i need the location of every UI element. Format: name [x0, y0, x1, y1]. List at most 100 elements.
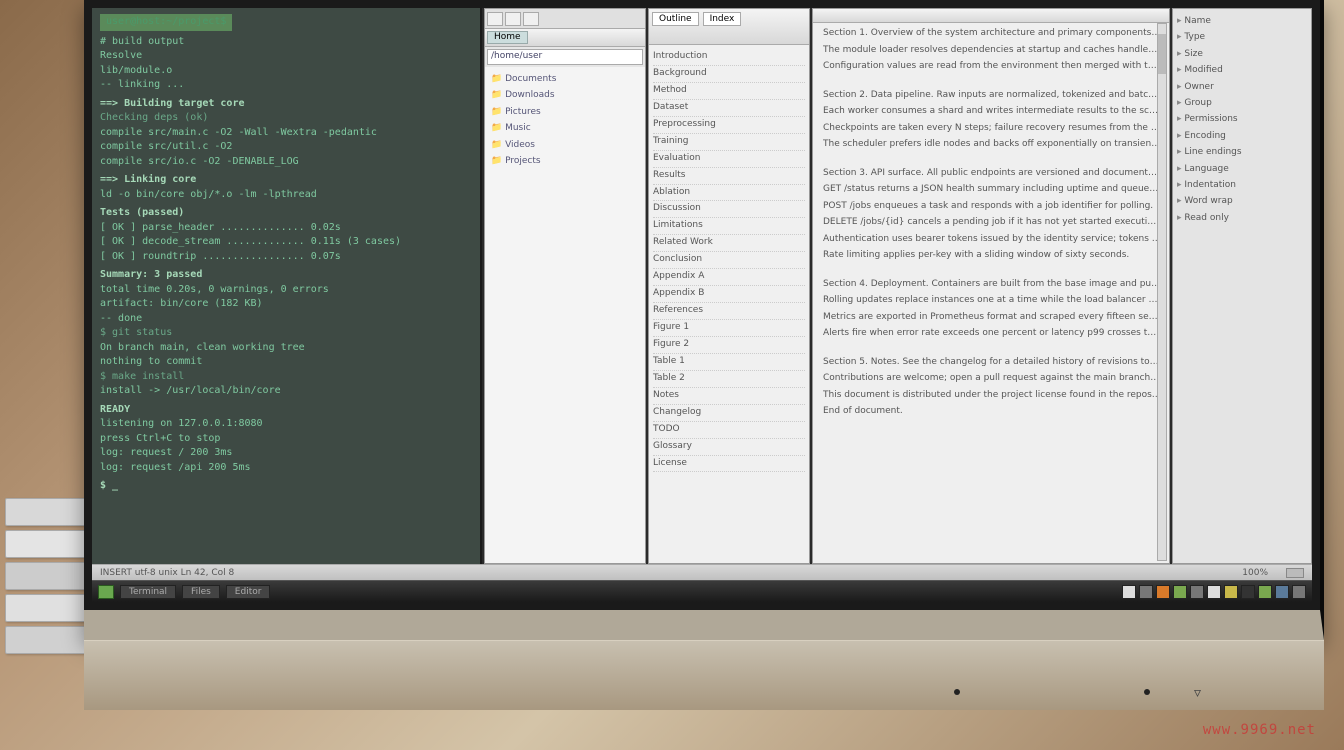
outline-item[interactable]: Appendix A: [653, 269, 805, 286]
fm-up-button[interactable]: [523, 12, 539, 26]
property-item[interactable]: Language: [1177, 161, 1307, 177]
fm-entry[interactable]: Downloads: [489, 87, 641, 103]
property-item[interactable]: Size: [1177, 46, 1307, 62]
disk-icon[interactable]: [1156, 585, 1170, 599]
fm-entry[interactable]: Pictures: [489, 104, 641, 120]
terminal-line: Checking deps (ok): [100, 111, 472, 126]
outline-item[interactable]: Glossary: [653, 439, 805, 456]
taskbar-task[interactable]: Files: [182, 585, 220, 599]
property-item[interactable]: Word wrap: [1177, 193, 1307, 209]
outline-item[interactable]: Table 1: [653, 354, 805, 371]
taskbar-task[interactable]: Terminal: [120, 585, 176, 599]
network-icon[interactable]: [1173, 585, 1187, 599]
property-item[interactable]: Type: [1177, 29, 1307, 45]
menu-icon[interactable]: [1292, 585, 1306, 599]
terminal-line: ld -o bin/core obj/*.o -lm -lpthread: [100, 188, 472, 203]
outline-item[interactable]: Limitations: [653, 218, 805, 235]
doc-line: GET /status returns a JSON health summar…: [823, 183, 1161, 197]
gear-icon[interactable]: [1190, 585, 1204, 599]
fm-entry[interactable]: Videos: [489, 137, 641, 153]
outline-item[interactable]: Ablation: [653, 185, 805, 202]
outline-item[interactable]: Preprocessing: [653, 117, 805, 134]
property-item[interactable]: Name: [1177, 13, 1307, 29]
property-item[interactable]: Permissions: [1177, 111, 1307, 127]
terminal-line: nothing to commit: [100, 355, 472, 370]
outline-item[interactable]: Dataset: [653, 100, 805, 117]
fm-toolbar: [485, 9, 645, 29]
doc-line: Rolling updates replace instances one at…: [823, 294, 1161, 308]
terminal-line: $ make install: [100, 370, 472, 385]
terminal-line: compile src/main.c -O2 -Wall -Wextra -pe…: [100, 126, 472, 141]
outline-list[interactable]: IntroductionBackgroundMethodDatasetPrepr…: [649, 45, 809, 563]
property-item[interactable]: Encoding: [1177, 128, 1307, 144]
terminal-line: Summary: 3 passed: [100, 268, 472, 283]
taskbar-task[interactable]: Editor: [226, 585, 271, 599]
outline-tab-2[interactable]: Index: [703, 12, 742, 26]
terminal-line: log: request /api 200 5ms: [100, 461, 472, 476]
outline-item[interactable]: Results: [653, 168, 805, 185]
chat-icon[interactable]: [1122, 585, 1136, 599]
doc-scroll-thumb[interactable]: [1158, 34, 1166, 74]
outline-item[interactable]: Table 2: [653, 371, 805, 388]
outline-item[interactable]: Related Work: [653, 235, 805, 252]
outline-item[interactable]: Figure 1: [653, 320, 805, 337]
fm-entry[interactable]: Projects: [489, 153, 641, 169]
workspace: user@host:~/project$ # build outputResol…: [92, 8, 1312, 564]
fm-back-button[interactable]: [487, 12, 503, 26]
outline-item[interactable]: References: [653, 303, 805, 320]
fm-address-bar[interactable]: /home/user: [487, 49, 643, 65]
clock-icon[interactable]: [1224, 585, 1238, 599]
document-panel[interactable]: Section 1. Overview of the system archit…: [812, 8, 1170, 564]
property-item[interactable]: Read only: [1177, 210, 1307, 226]
doc-line: Checkpoints are taken every N steps; fai…: [823, 122, 1161, 136]
terminal-line: $ git status: [100, 326, 472, 341]
fm-forward-button[interactable]: [505, 12, 521, 26]
outline-item[interactable]: Changelog: [653, 405, 805, 422]
outline-item[interactable]: Conclusion: [653, 252, 805, 269]
outline-item[interactable]: Figure 2: [653, 337, 805, 354]
volume-icon[interactable]: [1207, 585, 1221, 599]
terminal-line: Resolve: [100, 49, 472, 64]
outline-item[interactable]: TODO: [653, 422, 805, 439]
outline-tab-1[interactable]: Outline: [652, 12, 699, 26]
property-item[interactable]: Group: [1177, 95, 1307, 111]
outline-item[interactable]: Appendix B: [653, 286, 805, 303]
start-button[interactable]: [98, 585, 114, 599]
property-item[interactable]: Modified: [1177, 62, 1307, 78]
outline-panel: Outline Index IntroductionBackgroundMeth…: [648, 8, 810, 564]
status-left: INSERT utf-8 unix Ln 42, Col 8: [100, 568, 234, 578]
fm-file-list[interactable]: DocumentsDownloadsPicturesMusicVideosPro…: [485, 67, 645, 563]
outline-item[interactable]: Notes: [653, 388, 805, 405]
properties-panel: NameTypeSizeModifiedOwnerGroupPermission…: [1172, 8, 1312, 564]
desk-books: [5, 498, 95, 750]
monitor-icon[interactable]: [1139, 585, 1153, 599]
outline-item[interactable]: Introduction: [653, 49, 805, 66]
outline-item[interactable]: License: [653, 456, 805, 473]
fm-tab[interactable]: Home: [487, 31, 528, 44]
property-item[interactable]: Line endings: [1177, 144, 1307, 160]
terminal-line: [ OK ] decode_stream ............. 0.11s…: [100, 235, 472, 250]
outline-item[interactable]: Discussion: [653, 201, 805, 218]
doc-line: Section 5. Notes. See the changelog for …: [823, 356, 1161, 370]
fm-entry[interactable]: Music: [489, 120, 641, 136]
terminal-panel[interactable]: user@host:~/project$ # build outputResol…: [92, 8, 482, 564]
power-icon[interactable]: [1241, 585, 1255, 599]
doc-scrollbar[interactable]: [1157, 23, 1167, 561]
property-item[interactable]: Indentation: [1177, 177, 1307, 193]
outline-tabbar: Outline Index: [649, 9, 809, 45]
fm-tabbar: Home: [485, 29, 645, 47]
doc-line: Authentication uses bearer tokens issued…: [823, 233, 1161, 247]
terminal-line: On branch main, clean working tree: [100, 341, 472, 356]
doc-line: Each worker consumes a shard and writes …: [823, 105, 1161, 119]
outline-item[interactable]: Evaluation: [653, 151, 805, 168]
terminal-line: Tests (passed): [100, 206, 472, 221]
shield-icon[interactable]: [1258, 585, 1272, 599]
outline-item[interactable]: Background: [653, 66, 805, 83]
terminal-line: -- done: [100, 312, 472, 327]
outline-item[interactable]: Method: [653, 83, 805, 100]
outline-item[interactable]: Training: [653, 134, 805, 151]
fm-entry[interactable]: Documents: [489, 71, 641, 87]
property-item[interactable]: Owner: [1177, 79, 1307, 95]
doc-line: Section 3. API surface. All public endpo…: [823, 167, 1161, 181]
update-icon[interactable]: [1275, 585, 1289, 599]
